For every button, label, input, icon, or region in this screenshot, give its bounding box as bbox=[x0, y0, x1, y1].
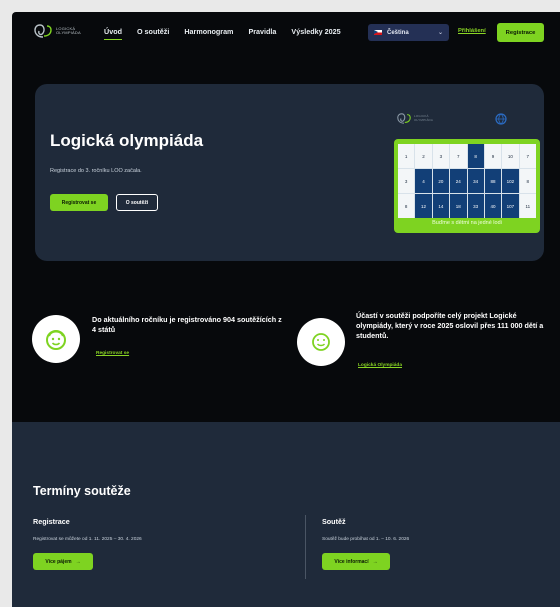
calendar-cell: 88 bbox=[484, 169, 502, 193]
calendar-cell: 8 bbox=[467, 144, 484, 168]
calendar-cell: 11 bbox=[519, 194, 536, 218]
logo-wordmark: LOGICKÁ OLYMPIÁDA bbox=[56, 26, 81, 36]
registration-text: Registrovat se můžete od 1. 11. 2025 – 3… bbox=[33, 537, 142, 542]
smiling-child-icon bbox=[46, 330, 66, 350]
calendar-cell: 12 bbox=[415, 194, 432, 218]
hero-logo-wordmark: LOGICKÁ OLYMPIÁDA bbox=[414, 114, 434, 122]
language-selected-value: Čeština bbox=[387, 29, 409, 36]
smile-badge-icon bbox=[312, 333, 330, 351]
calendar-cell: 2 bbox=[415, 144, 432, 168]
competition-more-button[interactable]: Více informací → bbox=[322, 553, 390, 570]
calendar-cell: 7 bbox=[450, 144, 467, 168]
calendar-illustration: 1 2 3 7 8 9 10 7 3 4 20 24 34 88 102 8 8… bbox=[394, 139, 540, 233]
arrow-right-icon: → bbox=[75, 558, 81, 565]
calendar-cell: 8 bbox=[398, 194, 415, 218]
logo-mark-icon bbox=[397, 113, 411, 124]
arrow-right-icon: → bbox=[372, 558, 378, 565]
nav-item-o-soutezi[interactable]: O soutěži bbox=[137, 27, 169, 36]
calendar-cell: 9 bbox=[484, 144, 502, 168]
calendar-cell: 102 bbox=[502, 169, 519, 193]
page: LOGICKÁ OLYMPIÁDA Úvod O soutěži Harmono… bbox=[12, 12, 560, 607]
stat-1-badge bbox=[32, 315, 80, 363]
competition-text: Soutěž bude probíhat od 1. – 10. 6. 2026 bbox=[322, 537, 410, 542]
competition-title: Soutěž bbox=[322, 517, 346, 526]
chevron-down-icon: ⌄ bbox=[437, 30, 443, 36]
calendar-cell: 20 bbox=[432, 169, 450, 193]
logo-text-line2: OLYMPIÁDA bbox=[56, 30, 81, 35]
register-button[interactable]: Registrace bbox=[497, 23, 544, 42]
calendar-cell: 3 bbox=[398, 169, 415, 193]
hero-logo-text-line2: OLYMPIÁDA bbox=[414, 117, 434, 122]
registration-more-button[interactable]: Více pájem → bbox=[33, 553, 93, 570]
calendar-cell: 3 bbox=[432, 144, 450, 168]
schedule-title: Termíny soutěže bbox=[33, 484, 131, 498]
login-link[interactable]: Přihlášení bbox=[458, 28, 486, 34]
stat-2-badge bbox=[297, 318, 345, 366]
competition-more-label: Více informací bbox=[334, 558, 369, 565]
registration-title: Registrace bbox=[33, 517, 70, 526]
hero-card: Logická olympiáda Registrace do 3. roční… bbox=[35, 84, 544, 261]
hero-register-button[interactable]: Registrovat se bbox=[50, 194, 108, 211]
nav-item-pravidla[interactable]: Pravidla bbox=[248, 27, 276, 36]
nav-item-vysledky[interactable]: Výsledky 2025 bbox=[291, 27, 340, 36]
registration-more-label: Více pájem bbox=[45, 558, 72, 565]
logo-mark-icon bbox=[34, 24, 52, 38]
calendar-cell: 24 bbox=[450, 169, 467, 193]
calendar-cell: 40 bbox=[484, 194, 502, 218]
schedule-section: Termíny soutěže Registrace Registrovat s… bbox=[12, 422, 560, 607]
hero-logo: LOGICKÁ OLYMPIÁDA bbox=[397, 113, 433, 124]
nav-item-uvod[interactable]: Úvod bbox=[104, 27, 122, 40]
calendar-cell: 1 bbox=[398, 144, 415, 168]
hero-title: Logická olympiáda bbox=[50, 131, 204, 150]
top-navigation: LOGICKÁ OLYMPIÁDA Úvod O soutěži Harmono… bbox=[12, 12, 560, 54]
hero-subtitle: Registrace do 3. ročníku LOO začala. bbox=[50, 168, 142, 174]
language-select[interactable]: Čeština ⌄ bbox=[368, 24, 449, 41]
nav-links: Úvod O soutěži Harmonogram Pravidla Výsl… bbox=[104, 27, 356, 40]
calendar-cell: 33 bbox=[467, 194, 484, 218]
stat-2-link[interactable]: Logická Olympiáda bbox=[358, 363, 402, 368]
calendar-cell: 7 bbox=[519, 144, 536, 168]
calendar-cell: 10 bbox=[502, 144, 519, 168]
stat-2-text: Účastí v soutěži podpoříte celý projekt … bbox=[356, 311, 544, 340]
hero-about-button[interactable]: O soutěži bbox=[116, 194, 158, 211]
calendar-cell: 107 bbox=[502, 194, 519, 218]
globe-icon bbox=[495, 113, 507, 125]
czech-flag-icon bbox=[374, 30, 382, 35]
stat-1-text: Do aktuálního ročníku je registrováno 90… bbox=[92, 315, 282, 334]
calendar-cell: 34 bbox=[467, 169, 484, 193]
site-logo[interactable]: LOGICKÁ OLYMPIÁDA bbox=[34, 24, 81, 38]
calendar-cell: 4 bbox=[415, 169, 432, 193]
calendar-banner: Buďme s dětmi na jedné lodi bbox=[432, 220, 502, 226]
calendar-grid: 1 2 3 7 8 9 10 7 3 4 20 24 34 88 102 8 8… bbox=[398, 144, 536, 218]
calendar-cell: 18 bbox=[450, 194, 467, 218]
nav-item-harmonogram[interactable]: Harmonogram bbox=[184, 27, 233, 36]
calendar-cell: 8 bbox=[519, 169, 536, 193]
schedule-divider bbox=[305, 515, 306, 579]
calendar-cell: 14 bbox=[432, 194, 450, 218]
stat-1-link[interactable]: Registrovat se bbox=[96, 351, 129, 356]
